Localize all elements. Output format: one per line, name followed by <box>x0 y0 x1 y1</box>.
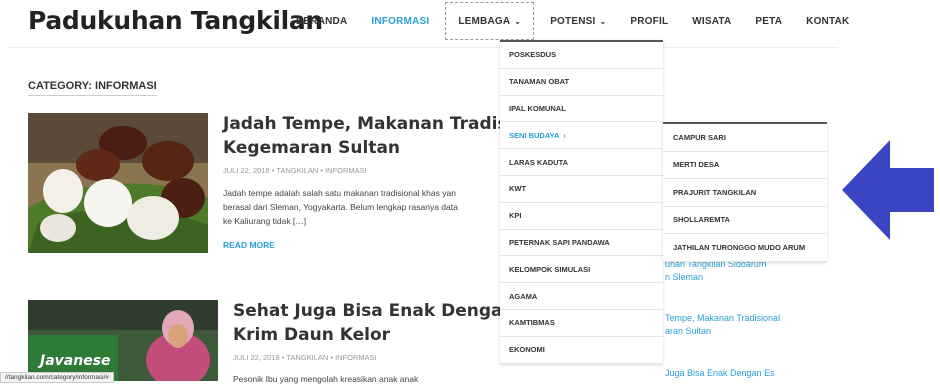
chevron-down-icon: ⌄ <box>599 16 607 26</box>
menu-item-label: EKONOMI <box>509 345 545 355</box>
excerpt-line: Jadah tempe adalah salah satu makanan tr… <box>223 188 456 198</box>
potensi-dropdown-menu: POSKESDUS TANAMAN OBAT IPAL KOMUNAL SENI… <box>500 40 663 364</box>
read-more-link[interactable]: READ MORE <box>223 240 275 250</box>
sidebar-link-line[interactable]: n Sleman <box>665 271 766 284</box>
nav-label: INFORMASI <box>371 15 430 27</box>
menu-item-kelompok-simulasi[interactable]: KELOMPOK SIMULASI <box>500 256 663 284</box>
menu-item-label: SENI BUDAYA <box>509 130 560 140</box>
nav-label: WISATA <box>692 15 732 27</box>
menu-item-kpi[interactable]: KPI <box>500 203 663 230</box>
arrow-left-icon <box>842 140 934 240</box>
submenu-item-label: SHOLLAREMTA <box>673 215 730 225</box>
menu-item-label: IPAL KOMUNAL <box>509 103 566 113</box>
menu-item-ipal-komunal[interactable]: IPAL KOMUNAL <box>500 96 663 123</box>
post-excerpt: Pesonik Ibu yang mengolah kreasikan anak… <box>233 374 419 384</box>
menu-item-label: KWT <box>509 184 527 194</box>
submenu-item-shollaremta[interactable]: SHOLLAREMTA <box>663 207 827 234</box>
nav-label: POTENSI <box>550 15 596 27</box>
post-title-line[interactable]: Kegemaran Sultan <box>223 136 537 160</box>
excerpt-line: berasal dari Sleman, Yogyakarta. Belum l… <box>223 202 458 212</box>
sidebar-post-link[interactable]: Tempe, Makanan Tradisional aran Sultan <box>665 312 780 338</box>
menu-item-ekonomi[interactable]: EKONOMI <box>500 337 663 364</box>
post-title-line[interactable]: Sehat Juga Bisa Enak Dengan Es <box>233 299 542 323</box>
menu-item-poskesdus[interactable]: POSKESDUS <box>500 42 663 69</box>
menu-item-label: TANAMAN OBAT <box>509 77 570 87</box>
post-meta: JULI 22, 2018 • TANGKILAN • INFORMASI <box>233 353 377 362</box>
menu-item-tanaman-obat[interactable]: TANAMAN OBAT <box>500 69 663 96</box>
sidebar-post-link[interactable]: unan Tangkilan Sidoarum n Sleman <box>665 258 766 284</box>
post-thumbnail[interactable]: Javanese <box>28 300 218 381</box>
menu-item-agama[interactable]: AGAMA <box>500 283 663 310</box>
main-nav: BERANDA INFORMASI LEMBAGA ⌄ POTENSI ⌄ PROF… <box>284 0 861 42</box>
excerpt-line: ke Kaliurang tidak […] <box>223 216 307 226</box>
nav-label: PROFIL <box>630 15 669 27</box>
menu-item-label: LARAS KADUTA <box>509 157 569 167</box>
menu-item-kwt[interactable]: KWT <box>500 176 663 203</box>
site-title[interactable]: Padukuhan Tangkilan <box>28 6 323 35</box>
menu-item-laras-kaduta[interactable]: LARAS KADUTA <box>500 149 663 176</box>
thumbnail-sign-text: Javanese <box>37 353 111 369</box>
post-title[interactable]: Sehat Juga Bisa Enak Dengan Es Krim Daun… <box>233 299 542 347</box>
nav-label: BERANDA <box>296 15 348 27</box>
chevron-down-icon: ⌄ <box>514 16 522 26</box>
nav-label: KONTAK <box>806 15 850 27</box>
nav-item-wisata[interactable]: WISATA <box>680 2 743 40</box>
menu-item-label: KAMTIBMAS <box>509 318 555 328</box>
menu-item-label: KELOMPOK SIMULASI <box>509 264 591 274</box>
category-heading: CATEGORY: INFORMASI <box>28 80 157 96</box>
post-excerpt: Jadah tempe adalah salah satu makanan tr… <box>223 186 458 228</box>
menu-item-kamtibmas[interactable]: KAMTIBMAS <box>500 310 663 337</box>
nav-item-lembaga[interactable]: LEMBAGA ⌄ <box>445 2 535 40</box>
submenu-item-label: PRAJURIT TANGKILAN <box>673 187 757 197</box>
seni-budaya-submenu: CAMPUR SARI MERTI DESA PRAJURIT TANGKILA… <box>663 122 827 262</box>
jadah-tempe-image <box>28 113 208 253</box>
submenu-item-label: MERTI DESA <box>673 160 720 170</box>
post-meta: JULI 22, 2018 • TANGKILAN • INFORMASI <box>223 166 367 175</box>
submenu-item-jathilan[interactable]: JATHILAN TURONGGO MUDO ARUM <box>663 234 827 262</box>
sidebar-link-line[interactable]: Juga Bisa Enak Dengan Es <box>665 367 775 380</box>
menu-item-label: POSKESDUS <box>509 50 557 60</box>
submenu-item-campur-sari[interactable]: CAMPUR SARI <box>663 124 827 152</box>
nav-item-beranda[interactable]: BERANDA <box>284 2 359 40</box>
nav-item-kontak[interactable]: KONTAK <box>794 2 861 40</box>
nav-label: PETA <box>755 15 783 27</box>
submenu-item-label: JATHILAN TURONGGO MUDO ARUM <box>673 242 806 252</box>
post-title[interactable]: Jadah Tempe, Makanan Tradision Kegemaran… <box>223 112 537 160</box>
post-title-line[interactable]: Jadah Tempe, Makanan Tradision <box>223 112 537 136</box>
status-bar-url: //tangkilan.com/category/informasi/# <box>0 372 115 383</box>
nav-item-peta[interactable]: PETA <box>743 2 794 40</box>
post-thumbnail[interactable] <box>28 113 208 253</box>
nav-label: LEMBAGA <box>458 15 511 27</box>
nav-item-profil[interactable]: PROFIL <box>618 2 680 40</box>
daun-kelor-image: Javanese <box>28 300 218 381</box>
submenu-item-prajurit-tangkilan[interactable]: PRAJURIT TANGKILAN <box>663 179 827 207</box>
sidebar-link-line[interactable]: aran Sultan <box>665 325 780 338</box>
post-title-line[interactable]: Krim Daun Kelor <box>233 323 542 347</box>
nav-item-informasi[interactable]: INFORMASI <box>359 2 441 40</box>
menu-item-label: PETERNAK SAPI PANDAWA <box>509 237 610 247</box>
submenu-item-label: CAMPUR SARI <box>673 132 726 142</box>
menu-item-peternak-sapi-pandawa[interactable]: PETERNAK SAPI PANDAWA <box>500 230 663 257</box>
menu-item-label: KPI <box>509 211 522 221</box>
header-divider <box>8 47 838 48</box>
sidebar-post-link[interactable]: Juga Bisa Enak Dengan Es <box>665 367 775 380</box>
chevron-right-icon: › <box>563 130 566 140</box>
sidebar-link-line[interactable]: Tempe, Makanan Tradisional <box>665 312 780 325</box>
menu-item-label: AGAMA <box>509 291 538 301</box>
nav-item-potensi[interactable]: POTENSI ⌄ <box>538 2 618 40</box>
menu-item-seni-budaya[interactable]: SENI BUDAYA › <box>500 122 663 150</box>
submenu-item-merti-desa[interactable]: MERTI DESA <box>663 152 827 179</box>
